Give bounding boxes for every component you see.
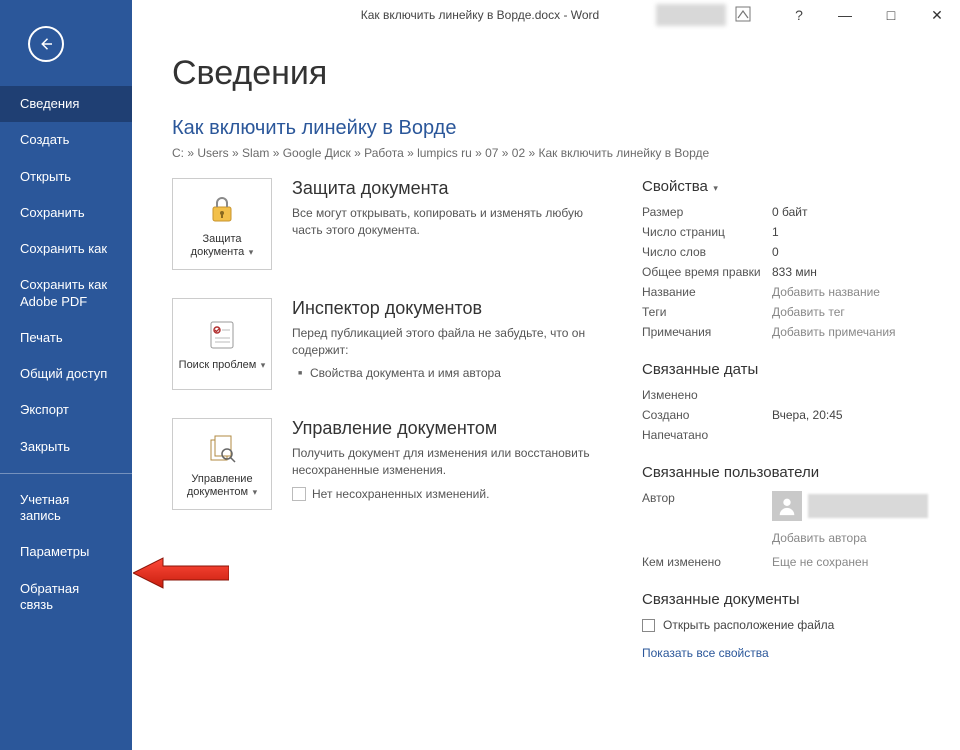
- nav-item-7[interactable]: Общий доступ: [0, 356, 132, 392]
- property-row: ТегиДобавить тег: [642, 305, 928, 319]
- show-all-properties-link[interactable]: Показать все свойства: [642, 646, 769, 660]
- protect-heading: Защита документа: [292, 178, 602, 199]
- nav-footer-item-0[interactable]: Учетная запись: [0, 482, 132, 535]
- date-label: Создано: [642, 408, 772, 422]
- property-row: НазваниеДобавить название: [642, 285, 928, 299]
- date-row: Напечатано: [642, 428, 928, 442]
- documents-icon: [205, 429, 239, 469]
- property-label: Число слов: [642, 245, 772, 259]
- property-value[interactable]: Добавить тег: [772, 305, 845, 319]
- property-row: ПримечанияДобавить примечания: [642, 325, 928, 339]
- manage-heading: Управление документом: [292, 418, 602, 439]
- property-label: Примечания: [642, 325, 772, 339]
- property-label: Название: [642, 285, 772, 299]
- protect-document-button[interactable]: Защита документа ▾: [172, 178, 272, 270]
- manage-document-label: Управление документом: [187, 473, 253, 498]
- titlebar: Как включить линейку в Ворде.docx - Word…: [0, 0, 960, 30]
- chevron-down-icon: ▾: [246, 247, 253, 257]
- help-button[interactable]: ?: [776, 0, 822, 30]
- chevron-down-icon: ▾: [250, 487, 257, 497]
- manage-document-section: Управление документом ▾ Управление докум…: [172, 418, 602, 510]
- author-entry[interactable]: [772, 491, 928, 521]
- nav-divider: [0, 473, 132, 474]
- property-row: Общее время правки833 мин: [642, 265, 928, 279]
- close-button[interactable]: ✕: [914, 0, 960, 30]
- date-label: Напечатано: [642, 428, 772, 442]
- inspect-document-section: Поиск проблем ▾ Инспектор документов Пер…: [172, 298, 602, 390]
- date-row: СозданоВчера, 20:45: [642, 408, 928, 422]
- nav-footer-item-1[interactable]: Параметры: [0, 534, 132, 570]
- redacted-author-name: [808, 494, 928, 518]
- content-area: Сведения Как включить линейку в Ворде C:…: [132, 30, 960, 750]
- open-file-location-link[interactable]: Открыть расположение файла: [642, 618, 928, 632]
- nav-footer-item-2[interactable]: Обратная связь: [0, 571, 132, 624]
- property-label: Теги: [642, 305, 772, 319]
- backstage-sidebar: СведенияСоздатьОткрытьСохранитьСохранить…: [0, 0, 132, 750]
- related-documents-heading: Связанные документы: [642, 591, 928, 608]
- nav-item-1[interactable]: Создать: [0, 122, 132, 158]
- protect-document-label: Защита документа: [191, 233, 245, 258]
- related-dates-heading: Связанные даты: [642, 361, 928, 378]
- property-label: Размер: [642, 205, 772, 219]
- chevron-down-icon: ▾: [258, 360, 265, 370]
- redacted-area: [656, 4, 726, 26]
- property-row: Число слов0: [642, 245, 928, 259]
- nav-item-4[interactable]: Сохранить как: [0, 231, 132, 267]
- property-value: 0: [772, 245, 779, 259]
- property-value: 833 мин: [772, 265, 817, 279]
- folder-icon: [642, 619, 655, 632]
- nav-item-0[interactable]: Сведения: [0, 86, 132, 122]
- inspect-heading: Инспектор документов: [292, 298, 602, 319]
- add-author-link[interactable]: Добавить автора: [772, 531, 928, 545]
- protect-document-section: Защита документа ▾ Защита документа Все …: [172, 178, 602, 270]
- page-title: Сведения: [172, 54, 920, 93]
- breadcrumb: C: » Users » Slam » Google Диск » Работа…: [172, 146, 920, 160]
- nav-item-6[interactable]: Печать: [0, 320, 132, 356]
- nav-item-8[interactable]: Экспорт: [0, 392, 132, 428]
- manage-none: Нет несохраненных изменений.: [312, 487, 489, 501]
- avatar-icon: [772, 491, 802, 521]
- minimize-button[interactable]: —: [822, 0, 868, 30]
- property-row: Число страниц1: [642, 225, 928, 239]
- property-label: Общее время правки: [642, 265, 772, 279]
- nav-item-2[interactable]: Открыть: [0, 159, 132, 195]
- maximize-button[interactable]: □: [868, 0, 914, 30]
- check-issues-button[interactable]: Поиск проблем ▾: [172, 298, 272, 390]
- property-value: 0 байт: [772, 205, 807, 219]
- protect-body: Все могут открывать, копировать и изменя…: [292, 205, 602, 240]
- last-modified-by-label: Кем изменено: [642, 555, 772, 569]
- date-label: Изменено: [642, 388, 772, 402]
- back-button[interactable]: [28, 26, 64, 62]
- nav-item-3[interactable]: Сохранить: [0, 195, 132, 231]
- author-label: Автор: [642, 491, 772, 545]
- property-value: 1: [772, 225, 779, 239]
- date-row: Изменено: [642, 388, 928, 402]
- document-icon: [292, 487, 306, 501]
- ribbon-display-options-button[interactable]: [726, 2, 760, 26]
- nav-item-9[interactable]: Закрыть: [0, 429, 132, 465]
- check-issues-label: Поиск проблем: [179, 359, 257, 371]
- property-label: Число страниц: [642, 225, 772, 239]
- lock-icon: [205, 189, 239, 229]
- document-title: Как включить линейку в Ворде: [172, 117, 920, 140]
- properties-heading[interactable]: Свойства ▾: [642, 178, 928, 195]
- property-value[interactable]: Добавить название: [772, 285, 880, 299]
- last-modified-by-value: Еще не сохранен: [772, 555, 868, 569]
- date-value: Вчера, 20:45: [772, 408, 843, 422]
- property-row: Размер0 байт: [642, 205, 928, 219]
- inspect-bullet: Свойства документа и имя автора: [292, 366, 602, 380]
- manage-document-button[interactable]: Управление документом ▾: [172, 418, 272, 510]
- related-people-heading: Связанные пользователи: [642, 464, 928, 481]
- property-value[interactable]: Добавить примечания: [772, 325, 896, 339]
- manage-body: Получить документ для изменения или восс…: [292, 445, 602, 480]
- chevron-down-icon: ▾: [711, 183, 718, 193]
- checklist-icon: [205, 315, 239, 355]
- nav-item-5[interactable]: Сохранить как Adobe PDF: [0, 267, 132, 320]
- inspect-body: Перед публикацией этого файла не забудьт…: [292, 325, 602, 360]
